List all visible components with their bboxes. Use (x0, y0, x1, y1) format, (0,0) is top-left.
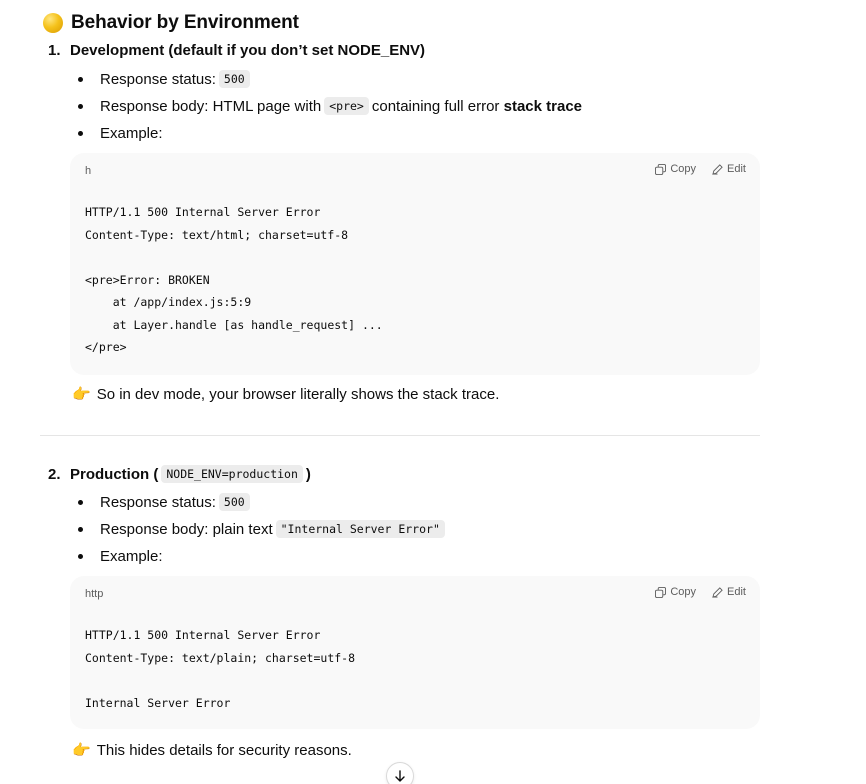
item-number: 2. (48, 465, 61, 483)
bullet-body: Response body: HTML page with <pre> cont… (78, 96, 582, 116)
note-text: This hides details for security reasons. (96, 741, 352, 759)
code-block-dev: h Copy Edit HTTP/1.1 500 Internal Server… (70, 153, 760, 375)
edit-button[interactable]: Edit (712, 163, 746, 175)
status-label: Response status: (100, 493, 216, 511)
bullet-status: Response status: 500 (78, 69, 253, 89)
edit-icon (712, 586, 723, 598)
bullet-dot (78, 553, 83, 559)
copy-button[interactable]: Copy (655, 586, 696, 598)
body-label: Response body: plain text (100, 520, 273, 538)
bullet-dot (78, 130, 83, 136)
example-label: Example: (100, 124, 163, 142)
copy-icon (655, 586, 667, 598)
bullet-example: Example: (78, 546, 163, 566)
item-title: Development (default if you don’t set NO… (70, 42, 426, 59)
arrow-down-icon (395, 770, 405, 782)
bullet-dot (78, 76, 83, 82)
edit-icon (712, 163, 723, 175)
code-content: HTTP/1.1 500 Internal Server Error Conte… (85, 628, 356, 710)
paren-open: ( (153, 465, 159, 483)
item-number: 1. (48, 42, 61, 59)
code-language: h (85, 165, 92, 177)
paren-close: ) (305, 465, 311, 483)
scroll-down-button[interactable] (386, 762, 414, 784)
copy-icon (655, 163, 667, 175)
status-label: Response status: (100, 70, 216, 88)
divider (40, 435, 760, 436)
body-label: Response body: HTML page with (100, 97, 322, 115)
code-block-prod: http Copy Edit HTTP/1.1 500 Internal Ser… (70, 576, 760, 729)
edit-label: Edit (727, 163, 746, 175)
bullet-status: Response status: 500 (78, 492, 253, 512)
status-code: 500 (218, 493, 250, 511)
pointing-hand-icon: 👉 (72, 386, 91, 403)
copy-button[interactable]: Copy (655, 163, 696, 175)
bullet-body: Response body: plain text "Internal Serv… (78, 519, 448, 539)
edit-label: Edit (727, 586, 746, 598)
pre-tag-code: <pre> (324, 97, 369, 115)
bullet-dot (78, 526, 83, 532)
env-code: NODE_ENV=production (161, 465, 303, 483)
copy-label: Copy (670, 163, 697, 175)
code-language: http (85, 588, 104, 600)
bullet-example: Example: (78, 123, 163, 143)
yellow-circle-icon (43, 13, 63, 33)
list-item-development: 1. Development (default if you don’t set… (48, 42, 425, 59)
code-actions: Copy Edit (655, 586, 746, 598)
bullet-dot (78, 103, 83, 109)
item-title: Production (70, 465, 150, 483)
code-content: HTTP/1.1 500 Internal Server Error Conte… (85, 205, 383, 354)
status-code: 500 (218, 70, 250, 88)
section-heading: Behavior by Environment (43, 11, 299, 35)
note-prod: 👉 This hides details for security reason… (72, 741, 352, 760)
note-text: So in dev mode, your browser literally s… (96, 385, 500, 403)
body-code: "Internal Server Error" (275, 520, 445, 538)
code-actions: Copy Edit (655, 163, 746, 175)
list-item-production: 2. Production (NODE_ENV=production) (48, 465, 311, 483)
heading-title: Behavior by Environment (71, 12, 299, 33)
copy-label: Copy (670, 586, 697, 598)
body-bold: stack trace (503, 97, 583, 115)
body-mid: containing full error (371, 97, 500, 115)
note-dev: 👉 So in dev mode, your browser literally… (72, 385, 500, 404)
example-label: Example: (100, 547, 163, 565)
edit-button[interactable]: Edit (712, 586, 746, 598)
bullet-dot (78, 499, 83, 505)
pointing-hand-icon: 👉 (72, 742, 91, 759)
